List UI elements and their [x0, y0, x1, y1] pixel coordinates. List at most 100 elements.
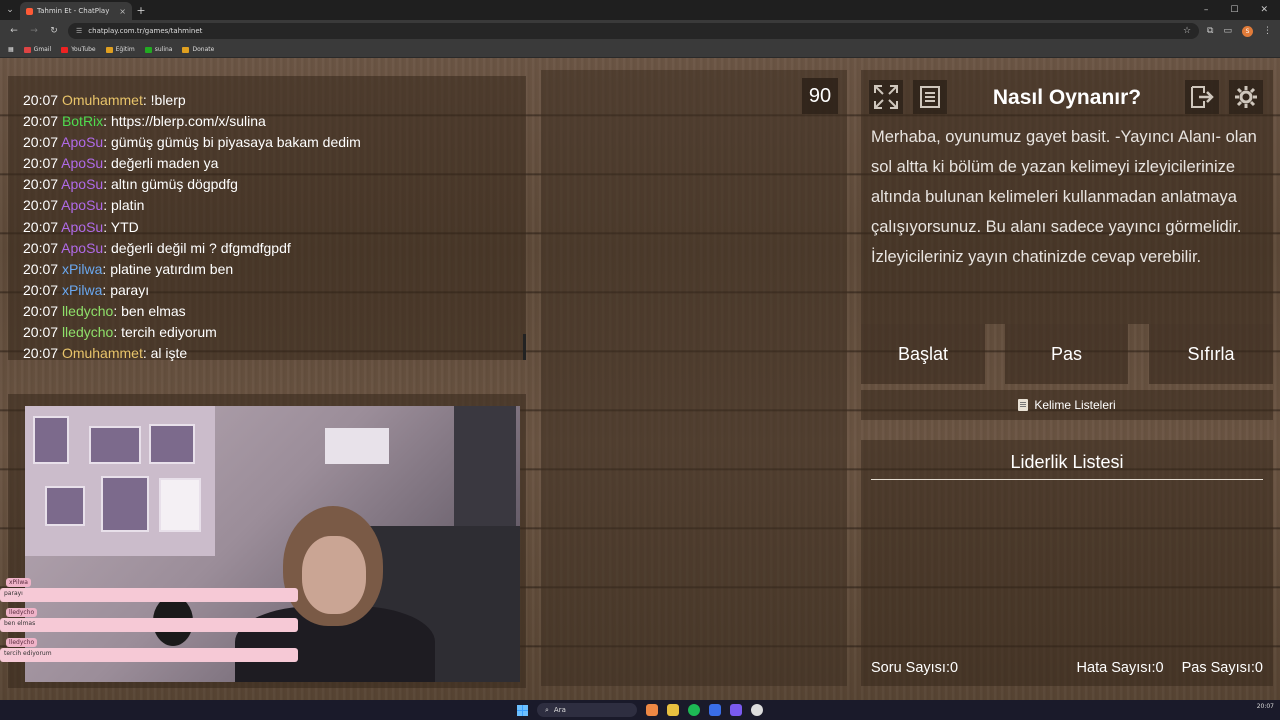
- bookmark-donate[interactable]: Donate: [182, 46, 214, 53]
- discord-icon[interactable]: [730, 704, 742, 716]
- address-bar[interactable]: ☰ chatplay.com.tr/games/tahminet ☆: [68, 23, 1200, 39]
- site-info-icon[interactable]: ☰: [76, 27, 82, 35]
- chat-username[interactable]: lledycho: [62, 324, 113, 340]
- chat-separator: :: [103, 155, 111, 172]
- bookmark-gmail[interactable]: Gmail: [23, 46, 51, 53]
- chat-username[interactable]: ApoSu: [61, 240, 103, 256]
- exit-icon[interactable]: [1185, 80, 1219, 114]
- tab-close-icon[interactable]: ×: [119, 7, 126, 16]
- chat-scrollbar[interactable]: [523, 334, 526, 360]
- windows-start-icon[interactable]: [517, 704, 528, 716]
- chat-separator: :: [103, 218, 111, 235]
- chat-message-list: 20:07 Omuhammet: !blerp 20:07 BotRix: htt…: [23, 90, 361, 364]
- chat-username[interactable]: ApoSu: [61, 134, 103, 150]
- chrome-icon[interactable]: [646, 704, 658, 716]
- bookmark-youtube[interactable]: YouTube: [61, 46, 96, 53]
- chat-text: YTD: [110, 218, 139, 235]
- browser-toolbar: ← → ↻ ☰ chatplay.com.tr/games/tahminet ☆…: [0, 20, 1280, 42]
- menu-icon[interactable]: ⋮: [1263, 26, 1272, 36]
- url-text: chatplay.com.tr/games/tahminet: [88, 27, 203, 35]
- overlay-username: lledycho: [6, 608, 38, 617]
- chat-message: 20:07 BotRix: https://blerp.com/x/sulina: [23, 111, 361, 132]
- maximize-icon[interactable]: ☐: [1230, 5, 1238, 15]
- chat-text: https://blerp.com/x/sulina: [110, 113, 266, 130]
- chat-username[interactable]: ApoSu: [61, 219, 103, 235]
- apps-grid-icon[interactable]: ▦: [8, 46, 14, 53]
- youtube-icon: [61, 46, 69, 53]
- steam-icon[interactable]: [709, 704, 721, 716]
- gmail-icon: [23, 46, 31, 53]
- chat-timestamp: 20:07: [23, 302, 59, 319]
- stream-chat-overlay: xPilwa parayı lledycho ben elmas lledycho ter…: [0, 578, 300, 668]
- chat-separator: :: [103, 197, 111, 214]
- bookmark-star-icon[interactable]: ☆: [1183, 26, 1191, 36]
- window: [454, 406, 516, 546]
- chat-timestamp: 20:07: [23, 324, 59, 341]
- chat-username[interactable]: ApoSu: [61, 176, 103, 192]
- spotify-icon[interactable]: [688, 704, 700, 716]
- close-window-icon[interactable]: ✕: [1260, 5, 1268, 15]
- chat-timestamp: 20:07: [23, 197, 59, 214]
- chat-username[interactable]: BotRix: [62, 113, 103, 129]
- chat-message: 20:07 lledycho: ben elmas: [23, 301, 361, 322]
- profile-avatar[interactable]: S: [1242, 25, 1253, 37]
- taskbar-search[interactable]: ⌕ Ara: [537, 703, 637, 717]
- chat-message: 20:07 ApoSu: gümüş gümüş bi piyasaya bak…: [23, 132, 361, 153]
- error-count: Hata Sayısı:0: [1076, 660, 1164, 676]
- pass-button[interactable]: Pas: [1005, 324, 1128, 384]
- chat-username[interactable]: Omuhammet: [62, 92, 143, 108]
- chat-username[interactable]: Omuhammet: [62, 345, 143, 361]
- browser-tab[interactable]: Tahmin Et - ChatPlay ×: [20, 2, 132, 20]
- reset-button[interactable]: Sıfırla: [1149, 324, 1273, 384]
- bookmark-sulina[interactable]: sulina: [144, 46, 172, 53]
- obs-icon[interactable]: [751, 704, 763, 716]
- chat-username[interactable]: ApoSu: [61, 197, 103, 213]
- chat-text: tercih ediyorum: [121, 324, 217, 341]
- file-explorer-icon[interactable]: [667, 704, 679, 716]
- overlay-chat-item: lledycho tercih ediyorum: [0, 638, 300, 668]
- start-button[interactable]: Başlat: [861, 324, 985, 384]
- chat-separator: :: [113, 302, 122, 319]
- forward-button[interactable]: →: [28, 26, 40, 36]
- tab-search-icon[interactable]: ⌄: [0, 5, 20, 15]
- chat-text: ben elmas: [121, 302, 186, 319]
- chat-separator: :: [142, 92, 151, 108]
- notepad-icon: [1018, 399, 1029, 411]
- chat-timestamp: 20:07: [23, 113, 59, 130]
- back-button[interactable]: ←: [8, 26, 20, 36]
- reload-button[interactable]: ↻: [48, 26, 60, 36]
- chat-username[interactable]: lledycho: [62, 303, 113, 319]
- chat-text: !blerp: [150, 92, 186, 108]
- system-clock[interactable]: 20:07: [1257, 703, 1274, 710]
- how-to-play-text: Merhaba, oyunumuz gayet basit. -Yayıncı …: [871, 128, 1257, 266]
- word-lists-label: Kelime Listeleri: [1034, 398, 1116, 412]
- overlay-chat-item: lledycho ben elmas: [0, 608, 300, 638]
- chat-username[interactable]: xPilwa: [62, 261, 102, 277]
- chat-text: platin: [111, 197, 145, 214]
- leaderboard-title: Liderlik Listesi: [871, 452, 1263, 480]
- game-center-panel: [541, 70, 847, 686]
- cast-icon[interactable]: ▭: [1223, 26, 1232, 36]
- overlay-message: tercih ediyorum: [0, 648, 298, 662]
- overlay-chat-item: xPilwa parayı: [0, 578, 300, 608]
- folder-icon: [182, 46, 190, 53]
- settings-gear-icon[interactable]: [1229, 80, 1263, 114]
- chat-username[interactable]: ApoSu: [61, 155, 103, 171]
- chat-separator: :: [113, 324, 122, 341]
- chat-separator: :: [142, 345, 151, 362]
- chat-message: 20:07 Omuhammet: !blerp: [23, 90, 361, 111]
- new-tab-button[interactable]: +: [132, 4, 150, 17]
- chat-username[interactable]: xPilwa: [62, 282, 102, 298]
- bookmark-egitim[interactable]: Eğitim: [105, 46, 135, 53]
- word-lists-button[interactable]: Kelime Listeleri: [861, 390, 1273, 420]
- chat-separator: :: [103, 113, 111, 130]
- minimize-icon[interactable]: –: [1204, 5, 1209, 15]
- overlay-username: xPilwa: [6, 578, 31, 587]
- chat-message: 20:07 xPilwa: parayı: [23, 280, 361, 301]
- round-timer: 90: [802, 78, 838, 114]
- wall-shelf: [325, 428, 389, 464]
- chat-timestamp: 20:07: [23, 281, 59, 298]
- extensions-icon[interactable]: ⧉: [1207, 26, 1213, 36]
- chat-timestamp: 20:07: [23, 218, 59, 235]
- person-face: [302, 536, 366, 614]
